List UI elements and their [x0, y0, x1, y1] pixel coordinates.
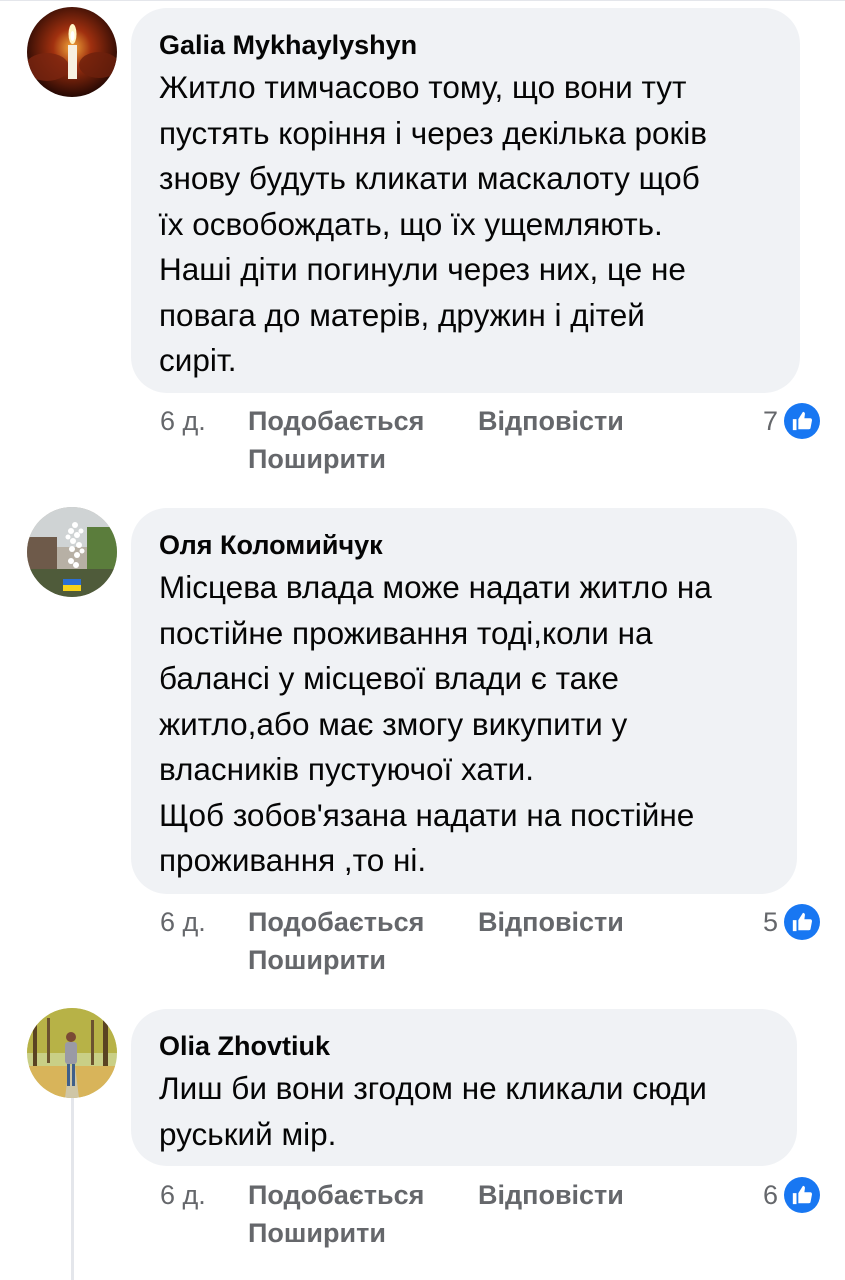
reaction-count: 7	[762, 406, 778, 436]
reaction-summary[interactable]: 5	[763, 903, 820, 941]
like-button[interactable]: Подобається	[248, 1176, 424, 1214]
thumbs-up-icon	[784, 1177, 820, 1213]
share-button[interactable]: Поширити	[248, 440, 386, 478]
comment-text: Лиш би вони згодом не кликали сюди руськ…	[159, 1070, 707, 1152]
reply-button[interactable]: Відповісти	[478, 903, 624, 941]
autumn-park-avatar-icon	[27, 1008, 117, 1098]
share-button[interactable]: Поширити	[248, 941, 386, 979]
reply-button[interactable]: Відповісти	[478, 402, 624, 440]
comment-text: Місцева влада може надати житло на пості…	[159, 569, 712, 878]
comment-timestamp[interactable]: 6 д.	[160, 903, 206, 941]
flowers-avatar-icon	[27, 507, 117, 597]
like-button[interactable]: Подобається	[248, 402, 424, 440]
thumbs-up-icon	[784, 403, 820, 439]
thread-line	[71, 1098, 74, 1280]
comment-author[interactable]: Olia Zhovtiuk	[159, 1029, 769, 1063]
comment-bubble: Galia Mykhaylyshyn Житло тимчасово тому,…	[131, 8, 800, 393]
reaction-count: 6	[762, 1180, 778, 1210]
avatar-flowers[interactable]	[27, 507, 117, 597]
comment-author[interactable]: Оля Коломийчук	[159, 528, 769, 562]
comment-actions: 6 д. Подобається Відповісти Поширити 6	[160, 1176, 820, 1256]
comment-text: Житло тимчасово тому, що вони тут пустят…	[159, 69, 708, 378]
comment-actions: 6 д. Подобається Відповісти Поширити 7	[160, 402, 820, 482]
avatar-autumn-park[interactable]	[27, 1008, 117, 1098]
reaction-count: 5	[762, 907, 778, 937]
comment-bubble: Оля Коломийчук Місцева влада може надати…	[131, 508, 797, 894]
share-button[interactable]: Поширити	[248, 1214, 386, 1252]
comment-author[interactable]: Galia Mykhaylyshyn	[159, 28, 772, 62]
candle-avatar-icon	[27, 7, 117, 97]
top-divider	[0, 0, 845, 1]
like-button[interactable]: Подобається	[248, 903, 424, 941]
reaction-summary[interactable]: 7	[763, 402, 820, 440]
thumbs-up-icon	[784, 904, 820, 940]
comments-thread: Galia Mykhaylyshyn Житло тимчасово тому,…	[0, 0, 845, 1280]
avatar-candle[interactable]	[27, 7, 117, 97]
comment-actions: 6 д. Подобається Відповісти Поширити 5	[160, 903, 820, 983]
comment-bubble: Olia Zhovtiuk Лиш би вони згодом не клик…	[131, 1009, 797, 1166]
reply-button[interactable]: Відповісти	[478, 1176, 624, 1214]
reaction-summary[interactable]: 6	[763, 1176, 820, 1214]
comment-timestamp[interactable]: 6 д.	[160, 1176, 206, 1214]
comment-timestamp[interactable]: 6 д.	[160, 402, 206, 440]
